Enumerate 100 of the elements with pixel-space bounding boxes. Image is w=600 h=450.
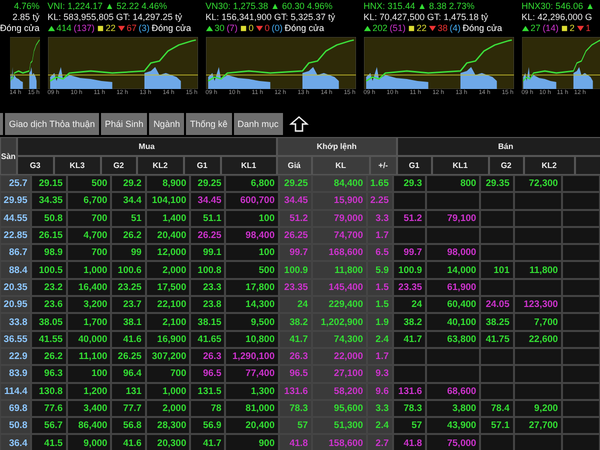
cell-value: 24 [297, 299, 308, 310]
tab[interactable]: Phái Sinh [100, 113, 148, 135]
column-header: G1 [184, 156, 221, 175]
cell-value: 96.5 [202, 368, 222, 380]
cell-value: 26.3 [289, 351, 308, 362]
cell-value: 26.15 [38, 230, 63, 242]
breadth-count: 0 [248, 23, 254, 34]
cell-value: 9,000 [84, 438, 108, 449]
cell-value: 23.2 [44, 282, 63, 293]
tab[interactable]: Thống kê [186, 113, 232, 135]
cell-value: 11,800 [334, 264, 363, 276]
reference-price-cell: 44.55 [0, 210, 32, 227]
cell-value: 100 [258, 247, 275, 258]
cell-value: 98.9 [44, 247, 63, 258]
group-header: Bán [396, 137, 600, 156]
cell-value: 74,700 [334, 230, 363, 242]
column-header: KL3 [54, 156, 101, 175]
cell-value: 86,400 [78, 420, 108, 432]
cell-value: 34.4 [123, 195, 142, 206]
column-header: Giá [276, 156, 312, 175]
cell-value: 29.3 [404, 178, 422, 190]
cell-value: 14,300 [246, 299, 275, 310]
cell-value: 700 [170, 368, 186, 380]
cell-value: 900 [258, 438, 275, 449]
breadth-count: Đóng cửa [152, 23, 192, 34]
index-value: HNX: 315.44 ▲ 8.38 2.73% [364, 1, 475, 12]
group-header: Mua [16, 137, 277, 156]
index-value: VNI: 1,224.17 ▲ 52.22 4.46% [48, 1, 168, 12]
breadth-count: (3) [138, 23, 150, 34]
cell-value: 40,000 [78, 334, 108, 345]
cell-value: 34.45 [198, 195, 222, 206]
cell-value: 56.7 [44, 420, 63, 432]
cell-value: 1,000 [84, 264, 108, 276]
reference-price-cell: 20.35 [0, 278, 32, 296]
cell-value: 75,000 [447, 438, 476, 449]
cell-value: 28,300 [157, 420, 186, 432]
cell-value: 3.3 [376, 212, 389, 224]
cell-value: 100.8 [198, 264, 222, 276]
cell-value: 131.5 [198, 386, 222, 397]
cell-value: 1.65 [370, 178, 389, 190]
cell-value: 24 [412, 299, 422, 310]
cell-value: 56.8 [123, 420, 142, 432]
cell-value: 96.4 [123, 368, 142, 380]
cell-value: 84,400 [334, 178, 363, 190]
reference-price-cell: 36.4 [0, 434, 32, 450]
cell-value: 99 [131, 247, 142, 258]
column-header: KL2 [136, 156, 184, 175]
square-icon [408, 25, 415, 32]
cell-value: 41.7 [289, 334, 308, 345]
cell-value: 96.3 [44, 368, 63, 380]
cell-value: 27,100 [334, 368, 363, 380]
cell-value: 131.6 [398, 386, 422, 397]
cell-value: 24.05 [486, 299, 510, 310]
cell-value: 41.8 [404, 438, 422, 449]
cell-value: 1,200 [84, 386, 108, 397]
cell-value: 2.4 [376, 334, 389, 345]
cell-value: 26.25 [198, 230, 222, 242]
cell-value: 78 [210, 403, 222, 414]
reference-price-cell: 114.4 [0, 382, 32, 400]
cell-value: 16,400 [78, 282, 108, 293]
tab[interactable]: Danh mục [234, 113, 283, 135]
reference-price-cell: 33.8 [0, 313, 32, 331]
column-header: KL1 [432, 156, 489, 175]
cell-value: 3.3 [376, 403, 389, 414]
tab[interactable]: Ngành [149, 113, 184, 135]
cell-value: 34.45 [284, 195, 308, 206]
cell-value: 78.3 [404, 403, 422, 414]
cell-value: 16,900 [157, 334, 186, 345]
reference-price-cell: 22.9 [0, 348, 32, 366]
cell-value: 6,800 [250, 178, 275, 190]
index-volume: KL: 70,427,500 GT: 1,475.18 tỷ [364, 12, 488, 23]
cell-value: 1,400 [162, 212, 186, 224]
group-header: Khớp lệnh [276, 137, 397, 156]
cell-value: 23.6 [44, 299, 63, 310]
cell-value: 145,400 [328, 282, 363, 293]
cell-value: 2,000 [162, 264, 186, 276]
cell-value: 43,900 [447, 420, 476, 432]
cell-value: 8,900 [162, 178, 186, 190]
cell-value: 100 [258, 212, 275, 224]
cell-value: 158,600 [328, 438, 363, 449]
cell-value: 9.6 [376, 386, 389, 397]
reference-price-cell: 22.85 [0, 226, 32, 244]
tab[interactable]: Giao dịch Thỏa thuận [5, 113, 99, 135]
breadth-count: (7) [226, 23, 238, 34]
index-volume: KL: 156,341,900 GT: 5,325.37 tỷ [206, 12, 336, 23]
reference-price-cell: 86.7 [0, 244, 32, 262]
breadth-count: (137) [74, 23, 95, 34]
up-arrow-icon[interactable] [288, 116, 309, 132]
down-triangle-icon [428, 25, 436, 32]
cell-value: 1,300 [250, 386, 275, 397]
cell-value: 12,000 [157, 247, 186, 258]
cell-value: 38.1 [123, 316, 142, 328]
cell-value: 29.25 [284, 178, 308, 190]
square-icon [96, 25, 104, 32]
cell-value: 10,800 [246, 334, 275, 345]
cell-value: 26.25 [284, 230, 308, 242]
cell-value: 1.9 [376, 316, 389, 328]
index-value: VN30: 1,275.38 ▲ 60.30 4.96% [206, 1, 333, 12]
column-header: KL1 [220, 156, 277, 175]
cell-value: 1,290,100 [232, 351, 275, 362]
